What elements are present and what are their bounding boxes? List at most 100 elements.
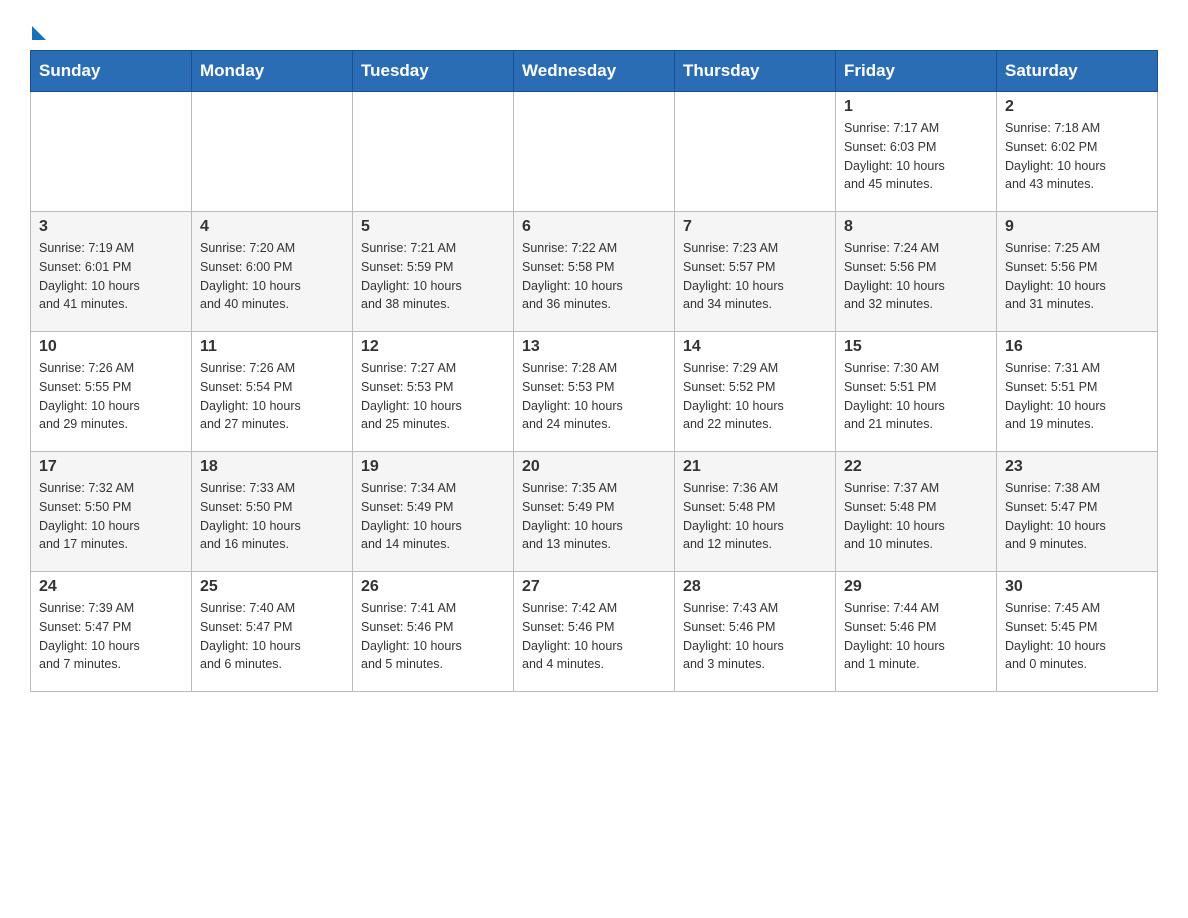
calendar-cell: 25 Sunrise: 7:40 AMSunset: 5:47 PMDayligh… xyxy=(192,572,353,692)
calendar-cell: 20 Sunrise: 7:35 AMSunset: 5:49 PMDayligh… xyxy=(514,452,675,572)
day-number: 12 xyxy=(361,338,505,356)
calendar-cell: 19Sunrise: 7:34 AMSunset: 5:49 PMDayligh… xyxy=(353,452,514,572)
calendar-cell: 10 Sunrise: 7:26 AMSunset: 5:55 PMDayligh… xyxy=(31,332,192,452)
day-number: 15 xyxy=(844,338,988,356)
calendar-week-row: 17 Sunrise: 7:32 AMSunset: 5:50 PMDayligh… xyxy=(31,452,1158,572)
calendar-cell: 5 Sunrise: 7:21 AMSunset: 5:59 PMDaylight… xyxy=(353,212,514,332)
day-number: 1 xyxy=(844,98,988,116)
day-info: Sunrise: 7:34 AMSunset: 5:49 PMDaylight:… xyxy=(361,479,505,554)
calendar-cell: 8 Sunrise: 7:24 AMSunset: 5:56 PMDaylight… xyxy=(836,212,997,332)
day-number: 7 xyxy=(683,218,827,236)
day-info: Sunrise: 7:21 AMSunset: 5:59 PMDaylight:… xyxy=(361,239,505,314)
day-number: 3 xyxy=(39,218,183,236)
day-number: 25 xyxy=(200,578,344,596)
calendar-cell xyxy=(31,92,192,212)
day-number: 22 xyxy=(844,458,988,476)
day-info: Sunrise: 7:32 AMSunset: 5:50 PMDaylight:… xyxy=(39,479,183,554)
calendar-cell: 13 Sunrise: 7:28 AMSunset: 5:53 PMDayligh… xyxy=(514,332,675,452)
day-info: Sunrise: 7:38 AMSunset: 5:47 PMDaylight:… xyxy=(1005,479,1149,554)
calendar-cell: 4 Sunrise: 7:20 AMSunset: 6:00 PMDaylight… xyxy=(192,212,353,332)
day-info: Sunrise: 7:17 AMSunset: 6:03 PMDaylight:… xyxy=(844,119,988,194)
calendar-cell: 7 Sunrise: 7:23 AMSunset: 5:57 PMDaylight… xyxy=(675,212,836,332)
calendar-header-row: SundayMondayTuesdayWednesdayThursdayFrid… xyxy=(31,51,1158,92)
day-info: Sunrise: 7:41 AMSunset: 5:46 PMDaylight:… xyxy=(361,599,505,674)
day-number: 28 xyxy=(683,578,827,596)
calendar-week-row: 24 Sunrise: 7:39 AMSunset: 5:47 PMDayligh… xyxy=(31,572,1158,692)
calendar-cell: 28 Sunrise: 7:43 AMSunset: 5:46 PMDayligh… xyxy=(675,572,836,692)
day-info: Sunrise: 7:35 AMSunset: 5:49 PMDaylight:… xyxy=(522,479,666,554)
day-info: Sunrise: 7:25 AMSunset: 5:56 PMDaylight:… xyxy=(1005,239,1149,314)
day-info: Sunrise: 7:24 AMSunset: 5:56 PMDaylight:… xyxy=(844,239,988,314)
day-info: Sunrise: 7:19 AMSunset: 6:01 PMDaylight:… xyxy=(39,239,183,314)
calendar-cell: 22 Sunrise: 7:37 AMSunset: 5:48 PMDayligh… xyxy=(836,452,997,572)
day-number: 18 xyxy=(200,458,344,476)
day-number: 27 xyxy=(522,578,666,596)
weekday-header-tuesday: Tuesday xyxy=(353,51,514,92)
day-info: Sunrise: 7:43 AMSunset: 5:46 PMDaylight:… xyxy=(683,599,827,674)
calendar-table: SundayMondayTuesdayWednesdayThursdayFrid… xyxy=(30,50,1158,692)
day-number: 30 xyxy=(1005,578,1149,596)
day-info: Sunrise: 7:36 AMSunset: 5:48 PMDaylight:… xyxy=(683,479,827,554)
logo-arrow-icon xyxy=(32,26,46,40)
day-info: Sunrise: 7:33 AMSunset: 5:50 PMDaylight:… xyxy=(200,479,344,554)
day-info: Sunrise: 7:27 AMSunset: 5:53 PMDaylight:… xyxy=(361,359,505,434)
day-info: Sunrise: 7:42 AMSunset: 5:46 PMDaylight:… xyxy=(522,599,666,674)
day-info: Sunrise: 7:37 AMSunset: 5:48 PMDaylight:… xyxy=(844,479,988,554)
calendar-cell: 26Sunrise: 7:41 AMSunset: 5:46 PMDayligh… xyxy=(353,572,514,692)
calendar-cell xyxy=(675,92,836,212)
day-number: 20 xyxy=(522,458,666,476)
calendar-cell: 1 Sunrise: 7:17 AMSunset: 6:03 PMDaylight… xyxy=(836,92,997,212)
calendar-cell: 27 Sunrise: 7:42 AMSunset: 5:46 PMDayligh… xyxy=(514,572,675,692)
day-number: 4 xyxy=(200,218,344,236)
calendar-cell: 6 Sunrise: 7:22 AMSunset: 5:58 PMDaylight… xyxy=(514,212,675,332)
day-number: 6 xyxy=(522,218,666,236)
calendar-cell: 2 Sunrise: 7:18 AMSunset: 6:02 PMDaylight… xyxy=(997,92,1158,212)
page-header xyxy=(30,20,1158,30)
calendar-cell: 16 Sunrise: 7:31 AMSunset: 5:51 PMDayligh… xyxy=(997,332,1158,452)
day-number: 5 xyxy=(361,218,505,236)
day-info: Sunrise: 7:20 AMSunset: 6:00 PMDaylight:… xyxy=(200,239,344,314)
calendar-cell: 9 Sunrise: 7:25 AMSunset: 5:56 PMDaylight… xyxy=(997,212,1158,332)
day-info: Sunrise: 7:30 AMSunset: 5:51 PMDaylight:… xyxy=(844,359,988,434)
day-info: Sunrise: 7:26 AMSunset: 5:55 PMDaylight:… xyxy=(39,359,183,434)
day-number: 29 xyxy=(844,578,988,596)
day-info: Sunrise: 7:40 AMSunset: 5:47 PMDaylight:… xyxy=(200,599,344,674)
weekday-header-monday: Monday xyxy=(192,51,353,92)
calendar-cell xyxy=(514,92,675,212)
day-info: Sunrise: 7:29 AMSunset: 5:52 PMDaylight:… xyxy=(683,359,827,434)
calendar-cell: 23Sunrise: 7:38 AMSunset: 5:47 PMDayligh… xyxy=(997,452,1158,572)
day-number: 16 xyxy=(1005,338,1149,356)
day-info: Sunrise: 7:28 AMSunset: 5:53 PMDaylight:… xyxy=(522,359,666,434)
calendar-cell xyxy=(192,92,353,212)
calendar-week-row: 1 Sunrise: 7:17 AMSunset: 6:03 PMDaylight… xyxy=(31,92,1158,212)
weekday-header-friday: Friday xyxy=(836,51,997,92)
day-info: Sunrise: 7:39 AMSunset: 5:47 PMDaylight:… xyxy=(39,599,183,674)
day-number: 24 xyxy=(39,578,183,596)
calendar-week-row: 3 Sunrise: 7:19 AMSunset: 6:01 PMDaylight… xyxy=(31,212,1158,332)
day-number: 9 xyxy=(1005,218,1149,236)
calendar-cell: 21 Sunrise: 7:36 AMSunset: 5:48 PMDayligh… xyxy=(675,452,836,572)
day-number: 17 xyxy=(39,458,183,476)
day-number: 21 xyxy=(683,458,827,476)
calendar-cell: 12 Sunrise: 7:27 AMSunset: 5:53 PMDayligh… xyxy=(353,332,514,452)
day-info: Sunrise: 7:31 AMSunset: 5:51 PMDaylight:… xyxy=(1005,359,1149,434)
day-info: Sunrise: 7:44 AMSunset: 5:46 PMDaylight:… xyxy=(844,599,988,674)
day-info: Sunrise: 7:18 AMSunset: 6:02 PMDaylight:… xyxy=(1005,119,1149,194)
day-info: Sunrise: 7:22 AMSunset: 5:58 PMDaylight:… xyxy=(522,239,666,314)
weekday-header-thursday: Thursday xyxy=(675,51,836,92)
weekday-header-saturday: Saturday xyxy=(997,51,1158,92)
day-number: 10 xyxy=(39,338,183,356)
calendar-cell: 3 Sunrise: 7:19 AMSunset: 6:01 PMDaylight… xyxy=(31,212,192,332)
day-info: Sunrise: 7:23 AMSunset: 5:57 PMDaylight:… xyxy=(683,239,827,314)
day-info: Sunrise: 7:45 AMSunset: 5:45 PMDaylight:… xyxy=(1005,599,1149,674)
day-info: Sunrise: 7:26 AMSunset: 5:54 PMDaylight:… xyxy=(200,359,344,434)
day-number: 14 xyxy=(683,338,827,356)
day-number: 2 xyxy=(1005,98,1149,116)
calendar-cell: 14 Sunrise: 7:29 AMSunset: 5:52 PMDayligh… xyxy=(675,332,836,452)
day-number: 13 xyxy=(522,338,666,356)
day-number: 8 xyxy=(844,218,988,236)
calendar-week-row: 10 Sunrise: 7:26 AMSunset: 5:55 PMDayligh… xyxy=(31,332,1158,452)
day-number: 11 xyxy=(200,338,344,356)
calendar-cell: 29 Sunrise: 7:44 AMSunset: 5:46 PMDayligh… xyxy=(836,572,997,692)
calendar-cell: 11 Sunrise: 7:26 AMSunset: 5:54 PMDayligh… xyxy=(192,332,353,452)
